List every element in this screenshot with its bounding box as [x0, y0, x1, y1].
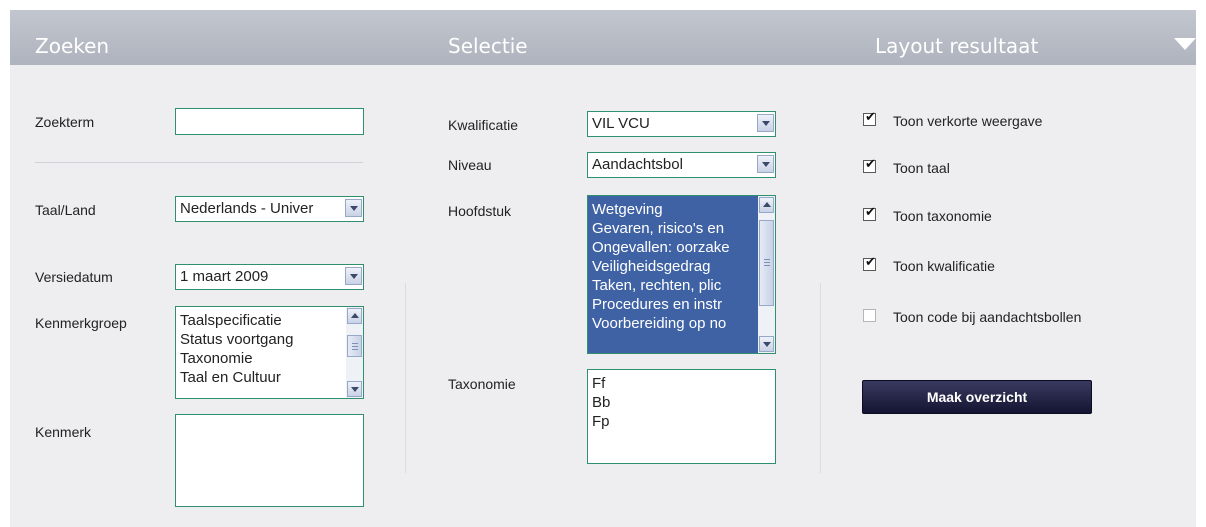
- list-item[interactable]: Taken, rechten, plic: [588, 276, 775, 295]
- section-title-layout: Layout resultaat: [875, 34, 1039, 58]
- chevron-down-icon[interactable]: [345, 199, 362, 217]
- niveau-value: Aandachtsbol: [592, 156, 683, 173]
- list-item[interactable]: Gevaren, risico's en: [588, 219, 775, 238]
- section-title-zoeken: Zoeken: [35, 34, 110, 58]
- chevron-down-icon[interactable]: [757, 155, 774, 173]
- scroll-up-icon[interactable]: [759, 197, 774, 213]
- kenmerkgroep-label: Kenmerkgroep: [35, 315, 127, 331]
- list-item[interactable]: Taalspecificatie: [176, 311, 363, 330]
- kwalificatie-value: VIL VCU: [592, 115, 650, 132]
- taal-land-select[interactable]: Nederlands - Univer: [175, 196, 364, 222]
- checkbox-kwalificatie[interactable]: ✔: [863, 255, 876, 271]
- versiedatum-label: Versiedatum: [35, 269, 113, 285]
- list-item[interactable]: Ongevallen: oorzake: [588, 238, 775, 257]
- checkbox-label: Toon code bij aandachtsbollen: [893, 309, 1082, 325]
- checkbox-taxonomie[interactable]: ✔: [863, 205, 876, 221]
- check-icon: ✔: [865, 157, 876, 172]
- kenmerkgroep-listbox[interactable]: Taalspecificatie Status voortgang Taxono…: [175, 306, 364, 399]
- versiedatum-value: 1 maart 2009: [180, 268, 269, 285]
- scroll-up-icon[interactable]: [347, 308, 362, 324]
- list-item[interactable]: Taxonomie: [176, 349, 363, 368]
- list-item[interactable]: Wetgeving: [588, 200, 775, 219]
- hoofdstuk-label: Hoofdstuk: [448, 203, 512, 219]
- scroll-down-icon[interactable]: [347, 381, 362, 397]
- column-divider: [405, 283, 406, 473]
- versiedatum-select[interactable]: 1 maart 2009: [175, 264, 364, 290]
- kenmerk-label: Kenmerk: [35, 424, 92, 440]
- kwalificatie-label: Kwalificatie: [448, 117, 519, 133]
- list-item[interactable]: Procedures en instr: [588, 295, 775, 314]
- scrollbar[interactable]: [758, 196, 775, 353]
- collapse-triangle-icon[interactable]: [1174, 38, 1196, 50]
- checkbox-label: Toon taal: [893, 160, 950, 176]
- check-icon: ✔: [865, 110, 876, 125]
- maak-overzicht-button[interactable]: Maak overzicht: [862, 380, 1092, 414]
- list-item[interactable]: Ff: [588, 374, 775, 393]
- list-item[interactable]: Bb: [588, 393, 775, 412]
- list-item[interactable]: Fp: [588, 412, 775, 431]
- checkbox-label: Toon verkorte weergave: [893, 113, 1043, 129]
- checkbox-label: Toon taxonomie: [893, 208, 992, 224]
- header-bar: Zoeken Selectie Layout resultaat: [10, 10, 1196, 65]
- hoofdstuk-listbox[interactable]: Wetgeving Gevaren, risico's en Ongevalle…: [587, 195, 776, 354]
- niveau-select[interactable]: Aandachtsbol: [587, 152, 776, 178]
- list-item[interactable]: Voorbereiding op no: [588, 314, 775, 333]
- kwalificatie-select[interactable]: VIL VCU: [587, 111, 776, 137]
- list-item[interactable]: Taal en Cultuur: [176, 368, 363, 387]
- scrollbar[interactable]: [346, 307, 363, 398]
- chevron-down-icon[interactable]: [757, 114, 774, 132]
- chevron-down-icon[interactable]: [345, 267, 362, 285]
- zoekterm-label: Zoekterm: [35, 114, 95, 130]
- section-title-selectie: Selectie: [448, 34, 528, 58]
- zoekterm-input[interactable]: [175, 108, 364, 135]
- list-item[interactable]: Status voortgang: [176, 330, 363, 349]
- kenmerk-listbox[interactable]: [175, 414, 364, 507]
- taxonomie-label: Taxonomie: [448, 376, 516, 392]
- scroll-thumb[interactable]: [347, 335, 362, 357]
- scroll-thumb[interactable]: [759, 220, 774, 306]
- taal-land-value: Nederlands - Univer: [180, 200, 314, 217]
- checkbox-label: Toon kwalificatie: [893, 258, 995, 274]
- scroll-down-icon[interactable]: [759, 336, 774, 352]
- divider: [35, 162, 363, 163]
- niveau-label: Niveau: [448, 157, 492, 173]
- checkbox-code-aandachtsbollen[interactable]: [863, 309, 876, 322]
- checkbox-taal[interactable]: ✔: [863, 157, 876, 173]
- check-icon: ✔: [865, 255, 876, 270]
- list-item[interactable]: Veiligheidsgedrag: [588, 257, 775, 276]
- check-icon: ✔: [865, 205, 876, 220]
- checkbox-verkorte-weergave[interactable]: ✔: [863, 110, 876, 126]
- taxonomie-listbox[interactable]: Ff Bb Fp: [587, 369, 776, 464]
- column-divider: [820, 283, 821, 473]
- taal-land-label: Taal/Land: [35, 202, 96, 218]
